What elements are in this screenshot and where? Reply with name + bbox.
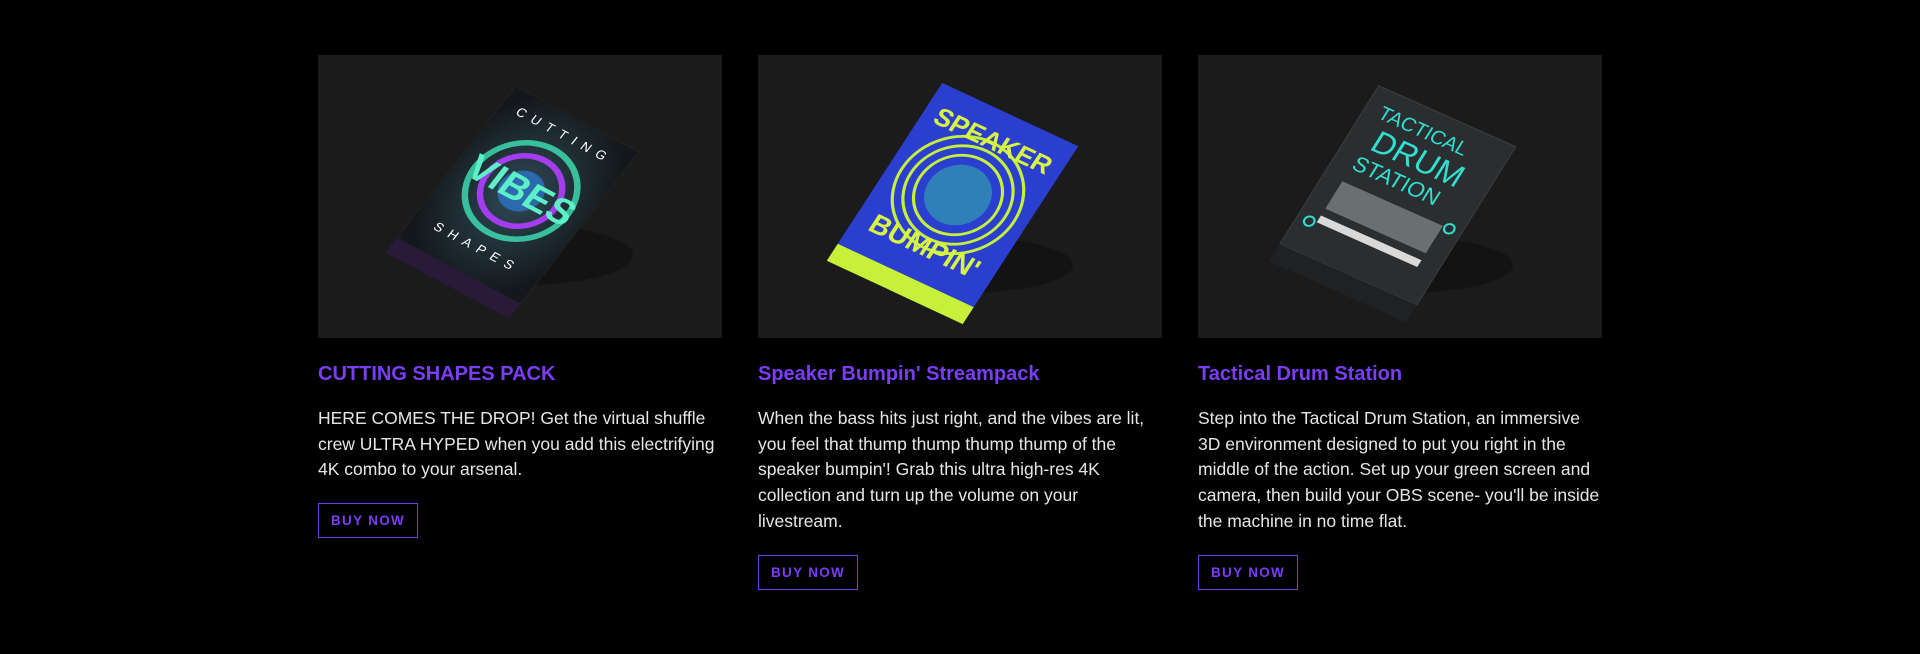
buy-now-button[interactable]: BUY NOW (758, 554, 859, 590)
product-title[interactable]: Tactical Drum Station (1198, 362, 1602, 386)
product-description: HERE COMES THE DROP! Get the virtual shu… (318, 408, 715, 480)
box-art-cutting-shapes: VIBES CUTTING SHAPES (385, 85, 640, 319)
product-title[interactable]: Speaker Bumpin' Streampack (758, 362, 1162, 386)
box-art-speaker-bumpin: SPEAKER BUMPIN' (826, 82, 1079, 325)
product-description: Step into the Tactical Drum Station, an … (1198, 408, 1600, 531)
product-image-speaker-bumpin[interactable]: SPEAKER BUMPIN' (758, 55, 1162, 338)
product-description: When the bass hits just right, and the v… (758, 408, 1145, 531)
buy-now-button[interactable]: BUY NOW (318, 503, 419, 539)
product-card: VIBES CUTTING SHAPES CUTTING SHAPES PACK… (318, 55, 722, 590)
product-grid: VIBES CUTTING SHAPES CUTTING SHAPES PACK… (318, 55, 1602, 590)
product-card: TACTICAL DRUM STATION Tactical Drum Stat… (1198, 55, 1602, 590)
box-art-tactical-drum-station: TACTICAL DRUM STATION (1269, 85, 1517, 323)
product-image-tactical-drum-station[interactable]: TACTICAL DRUM STATION (1198, 55, 1602, 338)
product-title[interactable]: CUTTING SHAPES PACK (318, 362, 722, 386)
product-image-cutting-shapes[interactable]: VIBES CUTTING SHAPES (318, 55, 722, 338)
buy-now-button[interactable]: BUY NOW (1198, 554, 1299, 590)
product-card: SPEAKER BUMPIN' Speaker Bumpin' Streampa… (758, 55, 1162, 590)
